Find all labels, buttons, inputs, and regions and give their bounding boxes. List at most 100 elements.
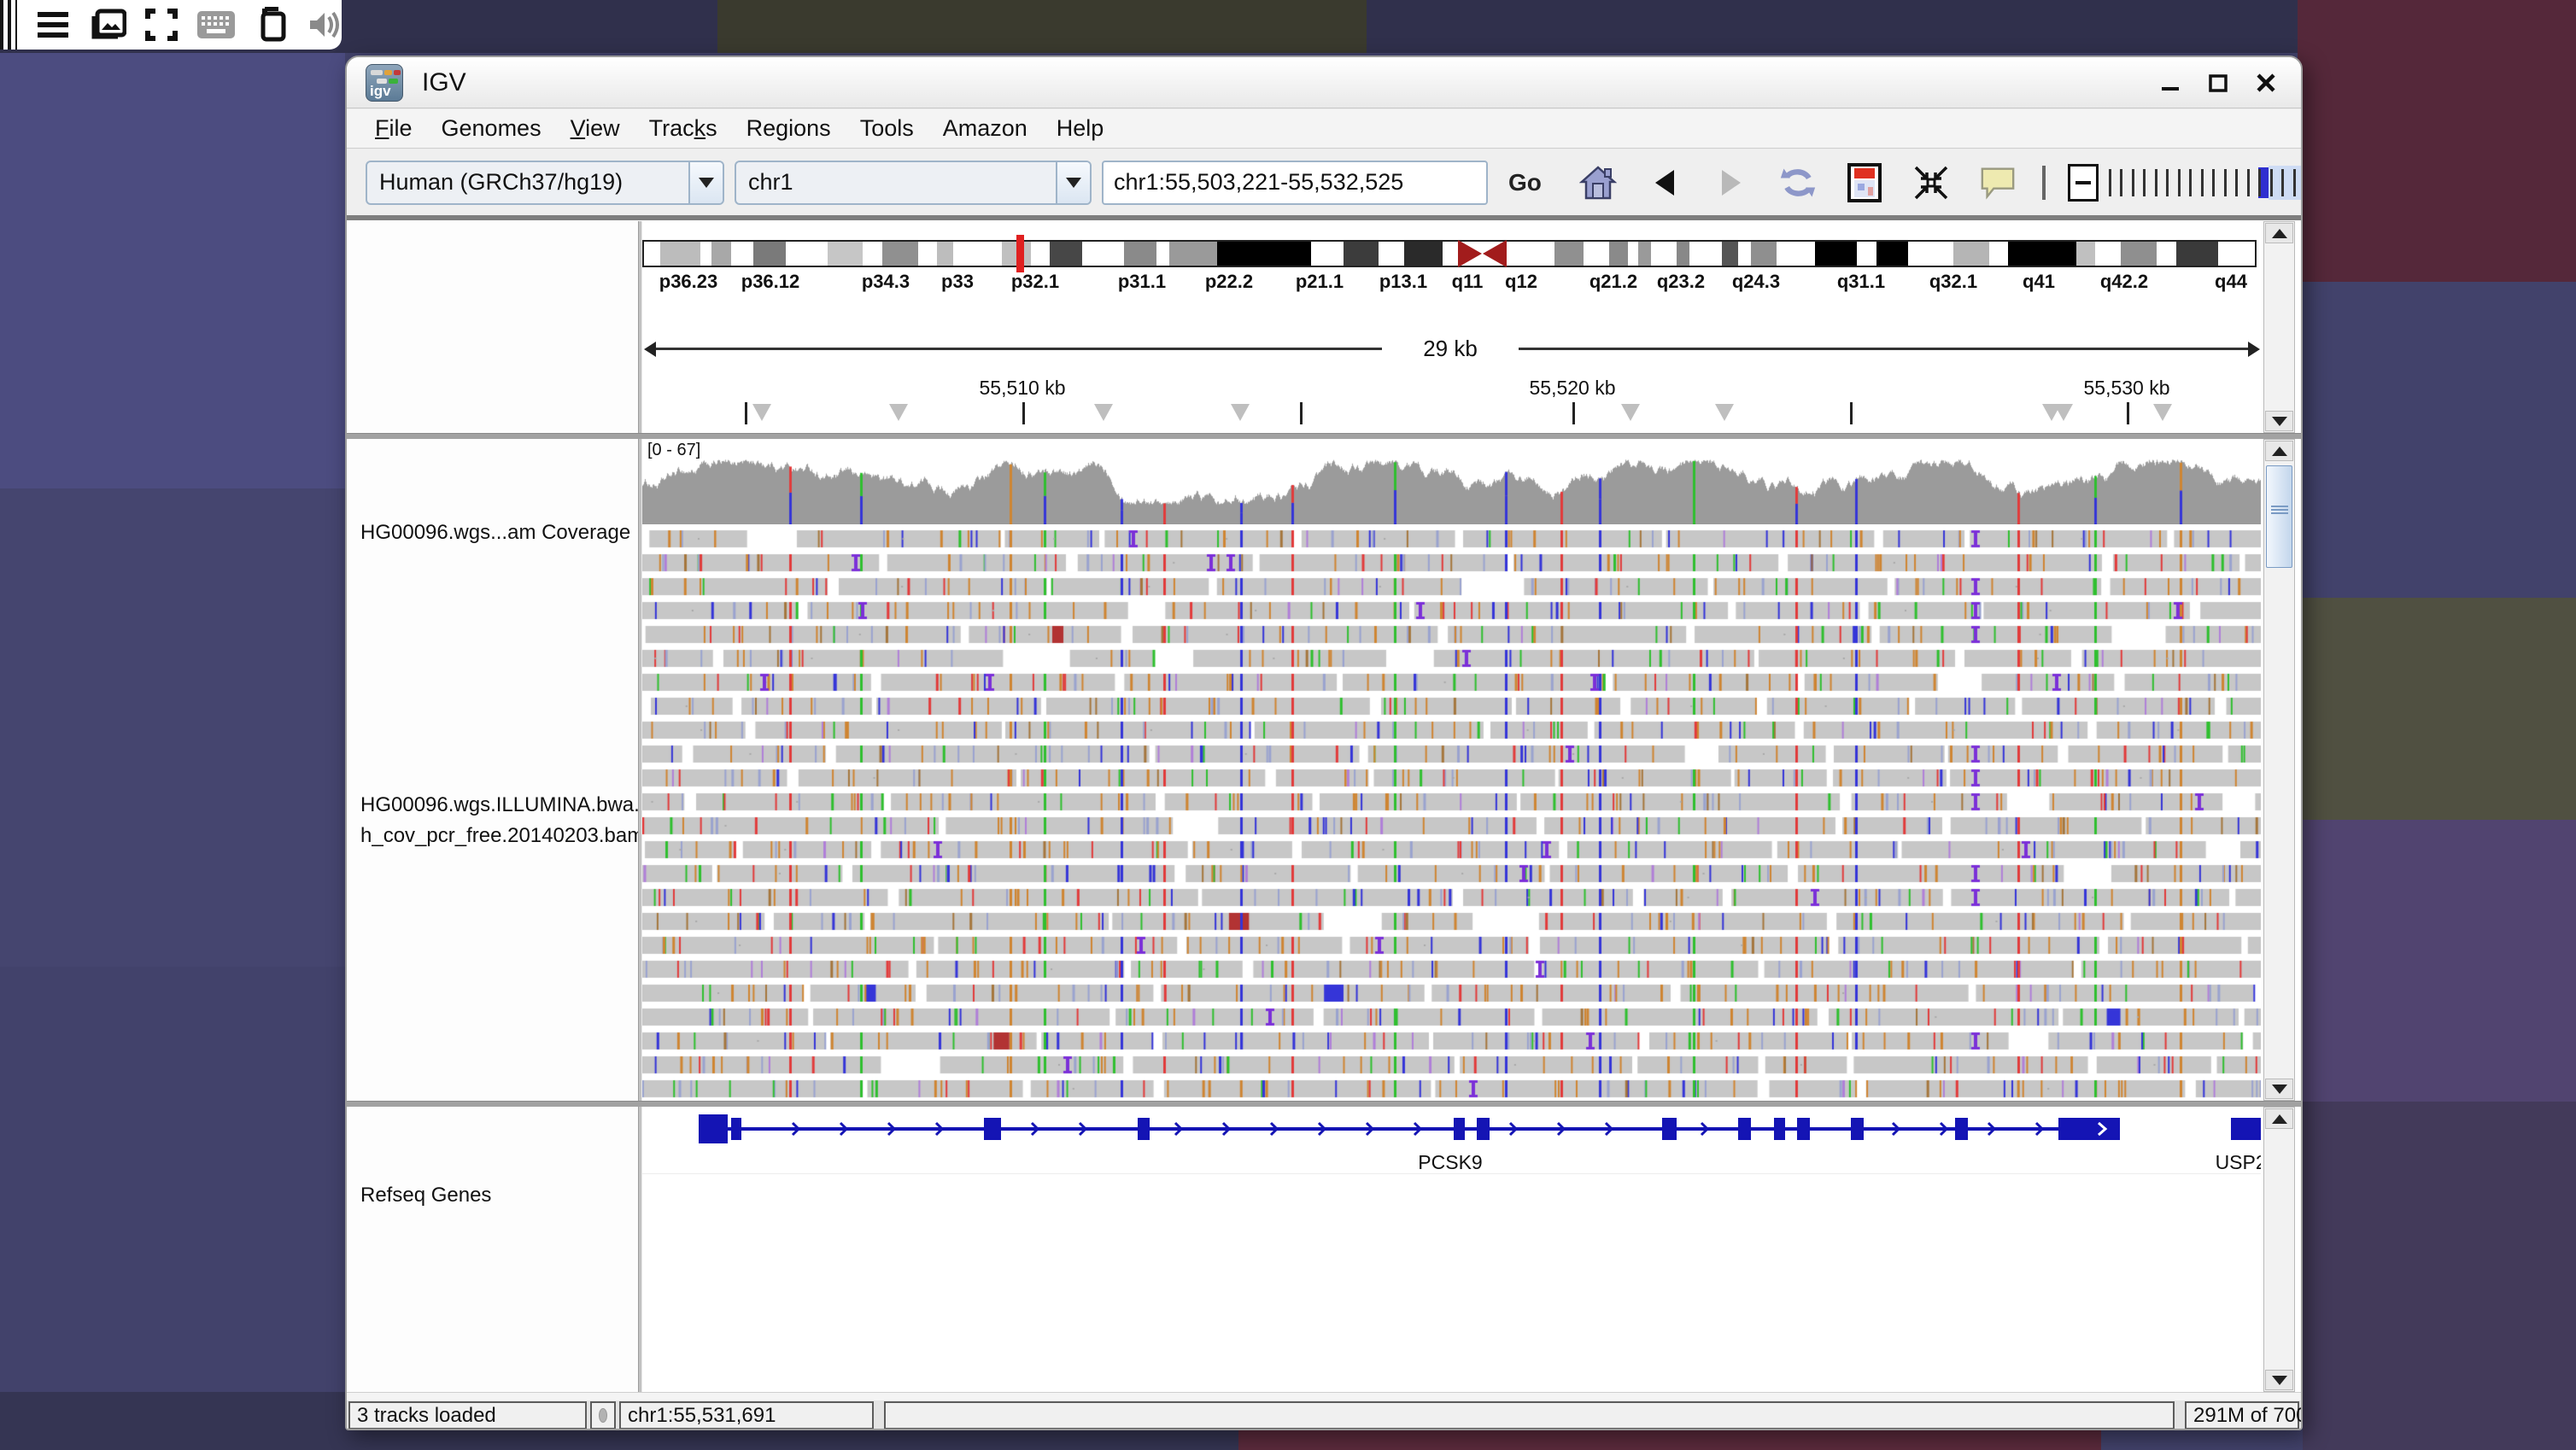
ideogram-data-area[interactable]: 29 kb p36.23p36.12p34.3p33p32.1p31.1p22.… <box>642 221 2261 433</box>
ruler-marker-triangle[interactable] <box>1621 404 1640 421</box>
menu-item-tools[interactable]: Tools <box>846 112 928 145</box>
ruler-marker-triangle[interactable] <box>2054 404 2073 421</box>
exon-PCSK9[interactable] <box>1955 1118 1968 1140</box>
gene-body-PCSK9[interactable] <box>699 1127 2120 1131</box>
ruler-marker-triangle[interactable] <box>1715 404 1734 421</box>
strand-arrow-icon <box>1221 1121 1232 1141</box>
coverage-track-name[interactable]: HG00096.wgs...am Coverage <box>360 521 630 545</box>
gene-label-PCSK9[interactable]: PCSK9 <box>1418 1151 1482 1174</box>
exon-PCSK9[interactable] <box>1738 1118 1751 1140</box>
menu-item-tracks[interactable]: Tracks <box>635 112 732 145</box>
exon-PCSK9[interactable] <box>984 1118 1001 1140</box>
back-arrow-icon[interactable] <box>1646 164 1683 202</box>
go-button[interactable]: Go <box>1500 164 1550 202</box>
refresh-icon[interactable] <box>1779 164 1817 202</box>
scroll-down-arrow[interactable] <box>2265 1370 2293 1390</box>
zoom-slider[interactable] <box>2109 164 2301 202</box>
menu-item-help[interactable]: Help <box>1042 112 1119 145</box>
exon-PCSK9[interactable] <box>1662 1118 1677 1140</box>
alignment-data-area[interactable]: [0 - 67] <box>642 439 2261 1101</box>
chromosome-band <box>2008 242 2075 266</box>
menu-item-amazon[interactable]: Amazon <box>928 112 1042 145</box>
exon-USP24[interactable] <box>2231 1118 2261 1140</box>
chromosome-ideogram[interactable] <box>642 240 2257 267</box>
ruler-marker-triangle[interactable] <box>889 404 908 421</box>
title-bar[interactable]: igv IGV <box>347 57 2301 108</box>
panel-separator[interactable] <box>347 1101 2301 1107</box>
strand-arrow-icon <box>1508 1121 1519 1141</box>
gene-scrollbar[interactable] <box>2263 1107 2295 1392</box>
locus-input[interactable] <box>1102 161 1488 205</box>
genome-select[interactable]: Human (GRCh37/hg19) <box>366 161 724 205</box>
scroll-down-arrow[interactable] <box>2265 411 2293 431</box>
close-button[interactable] <box>2253 70 2279 96</box>
clipboard-icon[interactable] <box>255 7 289 43</box>
exon-PCSK9[interactable] <box>2058 1118 2120 1140</box>
ruler-marker-triangle[interactable] <box>2153 404 2172 421</box>
keyboard-icon[interactable] <box>196 10 236 39</box>
scrollbar-thumb[interactable] <box>2266 465 2292 568</box>
ruler-marker-triangle[interactable] <box>1231 404 1250 421</box>
chromosome-band <box>1857 242 1876 266</box>
ideogram-scrollbar[interactable] <box>2263 221 2295 433</box>
menu-item-regions[interactable]: Regions <box>732 112 846 145</box>
bg-patch <box>0 53 345 488</box>
chevron-down-icon[interactable] <box>1056 162 1090 203</box>
chromosome-select[interactable]: chr1 <box>735 161 1092 205</box>
menu-item-file[interactable]: File <box>360 112 427 145</box>
read-pileup[interactable] <box>642 528 2261 1101</box>
gene-label-USP24[interactable]: USP24 <box>2216 1151 2261 1174</box>
exon-PCSK9[interactable] <box>731 1118 741 1140</box>
scroll-up-arrow[interactable] <box>2265 223 2293 243</box>
exon-PCSK9[interactable] <box>1797 1118 1810 1140</box>
panel-separator[interactable] <box>347 433 2301 439</box>
chromosome-band <box>1677 242 1689 266</box>
maximize-button[interactable] <box>2205 70 2231 96</box>
scroll-down-arrow[interactable] <box>2265 1079 2293 1099</box>
chromosome-band <box>1989 242 2009 266</box>
chromosome-band <box>1124 242 1156 266</box>
band-label-q11: q11 <box>1452 271 1484 293</box>
gene-track-name[interactable]: Refseq Genes <box>360 1184 491 1207</box>
drag-grip[interactable] <box>0 0 17 50</box>
speaker-icon[interactable] <box>307 9 342 40</box>
exon-PCSK9[interactable] <box>1774 1118 1785 1140</box>
zoom-out-button[interactable] <box>2068 164 2099 202</box>
chromosome-band <box>1506 242 1554 266</box>
exon-PCSK9[interactable] <box>1477 1118 1490 1140</box>
home-icon[interactable] <box>1579 164 1617 202</box>
ruler-marker-triangle[interactable] <box>752 404 771 421</box>
strand-arrow-icon <box>2034 1121 2045 1141</box>
alignment-track-name-line1[interactable]: HG00096.wgs.ILLUMINA.bwa.G <box>360 793 655 817</box>
menu-item-genomes[interactable]: Genomes <box>427 112 556 145</box>
exon-PCSK9[interactable] <box>1851 1118 1864 1140</box>
forward-arrow-icon[interactable] <box>1712 164 1750 202</box>
ruler-tick-label: 55,510 kb <box>979 377 1065 400</box>
bg-patch <box>2303 820 2576 1102</box>
chevron-down-icon[interactable] <box>688 162 723 203</box>
minimize-button[interactable] <box>2157 70 2183 96</box>
chromosome-band <box>1554 242 1584 266</box>
exon-PCSK9[interactable] <box>699 1114 728 1143</box>
menu-icon[interactable] <box>36 10 70 39</box>
alignment-scrollbar[interactable] <box>2263 439 2295 1101</box>
menu-item-view[interactable]: View <box>556 112 635 145</box>
scroll-up-arrow[interactable] <box>2265 441 2293 461</box>
snapshot-icon[interactable] <box>1846 164 1883 202</box>
chromosome-band <box>711 242 731 266</box>
exon-PCSK9[interactable] <box>1454 1118 1465 1140</box>
gene-data-area[interactable]: PCSK9 USP24 <box>642 1107 2261 1392</box>
screens-icon[interactable] <box>89 8 126 42</box>
exon-PCSK9[interactable] <box>1138 1118 1150 1140</box>
alignment-track-name-line2[interactable]: h_cov_pcr_free.20140203.bam <box>360 824 644 848</box>
fit-to-window-icon[interactable] <box>1912 164 1950 202</box>
fullscreen-icon[interactable] <box>145 9 178 41</box>
ruler-marker-triangle[interactable] <box>1094 404 1113 421</box>
tooltip-bubble-icon[interactable] <box>1979 164 2017 202</box>
chromosome-band <box>882 242 918 266</box>
bg-patch <box>0 488 345 967</box>
scroll-up-arrow[interactable] <box>2265 1108 2293 1129</box>
coverage-histogram[interactable] <box>642 458 2261 524</box>
menu-bar: FileGenomesViewTracksRegionsToolsAmazonH… <box>347 109 2301 149</box>
band-label-q32.1: q32.1 <box>1929 271 1977 293</box>
